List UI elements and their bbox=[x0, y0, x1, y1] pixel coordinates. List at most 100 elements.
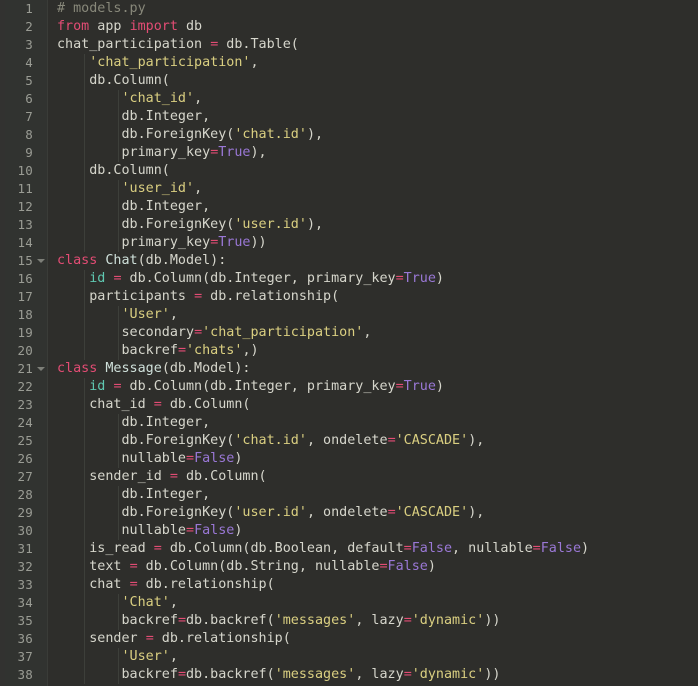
code-line[interactable]: sender_id = db.Column( bbox=[57, 468, 698, 486]
code-line[interactable]: backref=db.backref('messages', lazy='dyn… bbox=[57, 666, 698, 684]
code-line[interactable]: secondary='chat_participation', bbox=[57, 324, 698, 342]
gutter-row[interactable]: 19 bbox=[5, 324, 47, 342]
code-line[interactable]: db.Column( bbox=[57, 162, 698, 180]
code-content-pane[interactable]: # models.py from app import db chat_partic… bbox=[48, 0, 698, 686]
code-lines[interactable]: # models.py from app import db chat_partic… bbox=[57, 0, 698, 684]
token-plain: chat_participation bbox=[57, 37, 211, 52]
token-plain: )) bbox=[250, 235, 267, 250]
gutter-row[interactable]: 13 bbox=[5, 216, 47, 234]
gutter-row[interactable]: 8 bbox=[5, 126, 47, 144]
gutter-row[interactable]: 21 bbox=[5, 360, 47, 378]
gutter-row[interactable]: 23 bbox=[5, 396, 47, 414]
gutter-row[interactable]: 30 bbox=[5, 522, 47, 540]
code-line[interactable]: text = db.Column(db.String, nullable=Fal… bbox=[57, 558, 698, 576]
gutter-row[interactable]: 36 bbox=[5, 630, 47, 648]
code-line[interactable]: backref='chats',) bbox=[57, 342, 698, 360]
gutter-row[interactable]: 37 bbox=[5, 648, 47, 666]
code-line[interactable]: id = db.Column(db.Integer, primary_key=T… bbox=[57, 270, 698, 288]
gutter-row[interactable]: 17 bbox=[5, 288, 47, 306]
code-line[interactable]: 'User', bbox=[57, 306, 698, 324]
gutter-row[interactable]: 38 bbox=[5, 666, 47, 684]
gutter-row[interactable]: 25 bbox=[5, 432, 47, 450]
code-line[interactable]: nullable=False) bbox=[57, 522, 698, 540]
gutter-row[interactable]: 31 bbox=[5, 540, 47, 558]
gutter-row[interactable]: 10 bbox=[5, 162, 47, 180]
token-const: False bbox=[194, 451, 235, 466]
code-line[interactable]: sender = db.relationship( bbox=[57, 630, 698, 648]
code-line[interactable]: db.ForeignKey('chat.id'), bbox=[57, 126, 698, 144]
code-line[interactable]: chat_id = db.Column( bbox=[57, 396, 698, 414]
line-number-gutter[interactable]: 1 2 3 4 5 6 7 8 9 10 11 12 13 14 15 16 17 18 19 20 21 22 23 24 2… bbox=[5, 0, 48, 686]
gutter-row[interactable]: 7 bbox=[5, 108, 47, 126]
token-plain: db.Column( bbox=[57, 73, 170, 88]
code-line[interactable]: db.ForeignKey('chat.id', ondelete='CASCA… bbox=[57, 432, 698, 450]
code-line[interactable]: class Chat(db.Model): bbox=[57, 252, 698, 270]
gutter-row[interactable]: 1 bbox=[5, 0, 47, 18]
code-line[interactable]: db.Integer, bbox=[57, 414, 698, 432]
code-line[interactable]: 'chat_id', bbox=[57, 90, 698, 108]
gutter-row[interactable]: 18 bbox=[5, 306, 47, 324]
gutter-row[interactable]: 15 bbox=[5, 252, 47, 270]
token-plain: , ondelete bbox=[306, 433, 388, 448]
token-plain: chat_id bbox=[57, 397, 154, 412]
code-line[interactable]: db.Column( bbox=[57, 72, 698, 90]
gutter-row[interactable]: 26 bbox=[5, 450, 47, 468]
gutter-row[interactable]: 2 bbox=[5, 18, 47, 36]
token-op: = bbox=[113, 379, 122, 394]
code-line[interactable]: chat_participation = db.Table( bbox=[57, 36, 698, 54]
code-fold-arrow-icon[interactable] bbox=[37, 259, 45, 263]
code-line[interactable]: from app import db bbox=[57, 18, 698, 36]
gutter-row[interactable]: 27 bbox=[5, 468, 47, 486]
code-line[interactable]: db.Integer, bbox=[57, 486, 698, 504]
code-line[interactable]: 'User', bbox=[57, 648, 698, 666]
gutter-row[interactable]: 4 bbox=[5, 54, 47, 72]
gutter-row[interactable]: 33 bbox=[5, 576, 47, 594]
gutter-row[interactable]: 12 bbox=[5, 198, 47, 216]
code-line[interactable]: primary_key=True), bbox=[57, 144, 698, 162]
code-line[interactable]: nullable=False) bbox=[57, 450, 698, 468]
code-line[interactable]: 'Chat', bbox=[57, 594, 698, 612]
token-plain: ), bbox=[250, 145, 267, 160]
code-line[interactable]: chat = db.relationship( bbox=[57, 576, 698, 594]
gutter-row[interactable]: 16 bbox=[5, 270, 47, 288]
code-line[interactable]: # models.py bbox=[57, 0, 698, 18]
gutter-row[interactable]: 11 bbox=[5, 180, 47, 198]
code-line[interactable]: id = db.Column(db.Integer, primary_key=T… bbox=[57, 378, 698, 396]
code-line[interactable]: class Message(db.Model): bbox=[57, 360, 698, 378]
code-line[interactable]: 'chat_participation', bbox=[57, 54, 698, 72]
gutter-row[interactable]: 6 bbox=[5, 90, 47, 108]
code-line[interactable]: primary_key=True)) bbox=[57, 234, 698, 252]
gutter-row[interactable]: 32 bbox=[5, 558, 47, 576]
code-line[interactable]: participants = db.relationship( bbox=[57, 288, 698, 306]
token-plain: (db.Model): bbox=[161, 361, 251, 376]
code-line[interactable]: is_read = db.Column(db.Boolean, default=… bbox=[57, 540, 698, 558]
gutter-row[interactable]: 28 bbox=[5, 486, 47, 504]
gutter-row[interactable]: 20 bbox=[5, 342, 47, 360]
token-str: 'user.id' bbox=[234, 217, 307, 232]
gutter-row[interactable]: 3 bbox=[5, 36, 47, 54]
code-line[interactable]: 'user_id', bbox=[57, 180, 698, 198]
gutter-row[interactable]: 24 bbox=[5, 414, 47, 432]
code-line[interactable]: db.ForeignKey('user.id', ondelete='CASCA… bbox=[57, 504, 698, 522]
gutter-row[interactable]: 29 bbox=[5, 504, 47, 522]
code-line[interactable]: backref=db.backref('messages', lazy='dyn… bbox=[57, 612, 698, 630]
code-line[interactable]: db.ForeignKey('user.id'), bbox=[57, 216, 698, 234]
code-fold-arrow-icon[interactable] bbox=[37, 367, 45, 371]
token-plain: (db.Model): bbox=[137, 253, 227, 268]
token-str: 'chat_participation' bbox=[202, 325, 364, 340]
gutter-row[interactable]: 14 bbox=[5, 234, 47, 252]
gutter-row[interactable]: 9 bbox=[5, 144, 47, 162]
code-line[interactable]: db.Integer, bbox=[57, 108, 698, 126]
token-plain: db.Column( bbox=[57, 163, 170, 178]
token-str: 'CASCADE' bbox=[395, 505, 469, 520]
token-plain: db.Column(db.Integer, primary_key bbox=[121, 271, 396, 286]
code-editor[interactable]: 1 2 3 4 5 6 7 8 9 10 11 12 13 14 15 16 17 18 19 20 21 22 23 24 2… bbox=[0, 0, 698, 686]
line-number: 37 bbox=[17, 649, 33, 664]
token-plain: , bbox=[194, 181, 203, 196]
gutter-row[interactable]: 35 bbox=[5, 612, 47, 630]
line-number: 3 bbox=[25, 37, 33, 52]
gutter-row[interactable]: 22 bbox=[5, 378, 47, 396]
gutter-row[interactable]: 5 bbox=[5, 72, 47, 90]
code-line[interactable]: db.Integer, bbox=[57, 198, 698, 216]
gutter-row[interactable]: 34 bbox=[5, 594, 47, 612]
